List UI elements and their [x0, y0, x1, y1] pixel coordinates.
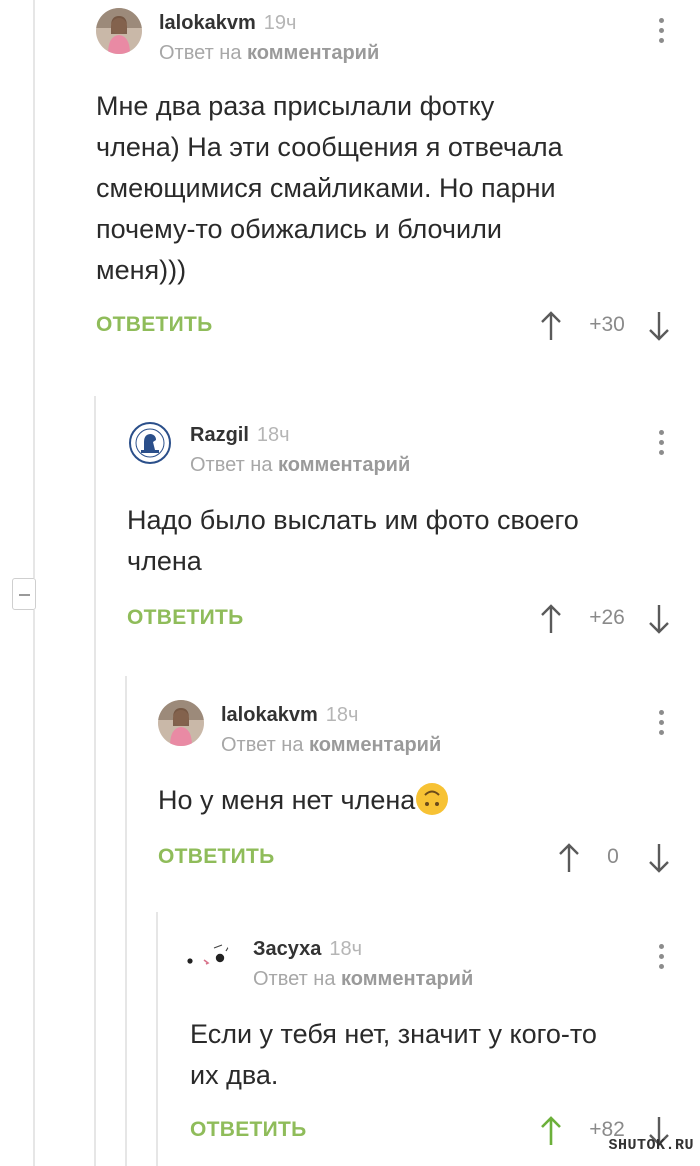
reply-button[interactable]: ОТВЕТИТЬ [190, 1118, 307, 1142]
thread-line [33, 0, 35, 578]
upvote-arrow-icon[interactable] [540, 1116, 562, 1146]
comment-text: Надо было выслать им фото своего члена [127, 505, 579, 576]
comment-header: lalokakvm 18ч Ответ на комментарий [158, 698, 700, 768]
reply-button[interactable]: ОТВЕТИТЬ [158, 845, 275, 869]
rating-score: +30 [589, 313, 625, 336]
author-name[interactable]: lalokakvm [159, 12, 256, 34]
reply-button[interactable]: ОТВЕТИТЬ [96, 313, 213, 337]
more-options-icon[interactable] [656, 710, 666, 740]
upvote-arrow-icon[interactable] [540, 604, 562, 634]
more-options-icon[interactable] [656, 430, 666, 460]
comment-time: 19ч [263, 12, 297, 34]
comment: Razgil 18ч Ответ на комментарий Надо было… [127, 418, 700, 642]
upvote-arrow-icon[interactable] [558, 843, 580, 873]
reply-to-link[interactable]: комментарий [309, 734, 441, 756]
rating-score: 0 [607, 845, 619, 868]
comment-actions: ОТВЕТИТЬ +30 [96, 309, 700, 349]
reply-to-link[interactable]: комментарий [278, 454, 410, 476]
upvote-arrow-icon[interactable] [540, 311, 562, 341]
thread-line [125, 676, 127, 1166]
comment-header: Засуха 18ч Ответ на комментарий [184, 932, 700, 1002]
rating-score: +26 [589, 606, 625, 629]
reply-button[interactable]: ОТВЕТИТЬ [127, 606, 244, 630]
comment-text: Мне два раза присылали фотку члена) На э… [96, 91, 563, 285]
comment-body: Но у меня нет члена [158, 780, 700, 821]
user-avatar[interactable] [158, 700, 204, 746]
more-options-icon[interactable] [656, 944, 666, 974]
downvote-arrow-icon[interactable] [648, 604, 670, 634]
reply-to-link[interactable]: комментарий [247, 42, 379, 64]
upside-down-face-emoji-icon [416, 783, 449, 815]
thread-line [33, 610, 35, 1166]
reply-to-link[interactable]: комментарий [341, 968, 473, 990]
downvote-arrow-icon[interactable] [648, 311, 670, 341]
comment-header: Razgil 18ч Ответ на комментарий [127, 418, 700, 488]
user-avatar[interactable] [184, 934, 230, 980]
user-avatar[interactable] [96, 8, 142, 54]
reply-to-prefix: Ответ на [253, 968, 336, 990]
author-name[interactable]: Razgil [190, 424, 249, 446]
collapse-thread-button[interactable] [12, 578, 36, 610]
thread-line [94, 396, 96, 1166]
user-avatar[interactable] [127, 420, 173, 466]
comment-actions: ОТВЕТИТЬ 0 [158, 841, 700, 881]
more-options-icon[interactable] [656, 18, 666, 48]
reply-to-prefix: Ответ на [221, 734, 304, 756]
comment: lalokakvm 18ч Ответ на комментарий Но у м… [158, 698, 700, 881]
reply-to-prefix: Ответ на [159, 42, 242, 64]
comment-time: 18ч [256, 424, 290, 446]
author-name[interactable]: lalokakvm [221, 704, 318, 726]
comment: lalokakvm 19ч Ответ на комментарий Мне дв… [96, 6, 700, 349]
watermark: SHUTOK.RU [608, 1137, 694, 1154]
comment-time: 18ч [325, 704, 359, 726]
comment-actions: ОТВЕТИТЬ +26 [127, 602, 700, 642]
thread-line [156, 912, 158, 1166]
comment-header: lalokakvm 19ч Ответ на комментарий [96, 6, 700, 76]
minus-icon [19, 594, 30, 596]
author-name[interactable]: Засуха [253, 938, 321, 960]
reply-to-prefix: Ответ на [190, 454, 273, 476]
downvote-arrow-icon[interactable] [648, 843, 670, 873]
comment-text: Но у меня нет члена [158, 785, 416, 815]
comment-time: 18ч [329, 938, 363, 960]
comment-text: Если у тебя нет, значит у кого-то их два… [190, 1019, 597, 1090]
comment: Засуха 18ч Ответ на комментарий Если у те… [184, 932, 700, 1154]
